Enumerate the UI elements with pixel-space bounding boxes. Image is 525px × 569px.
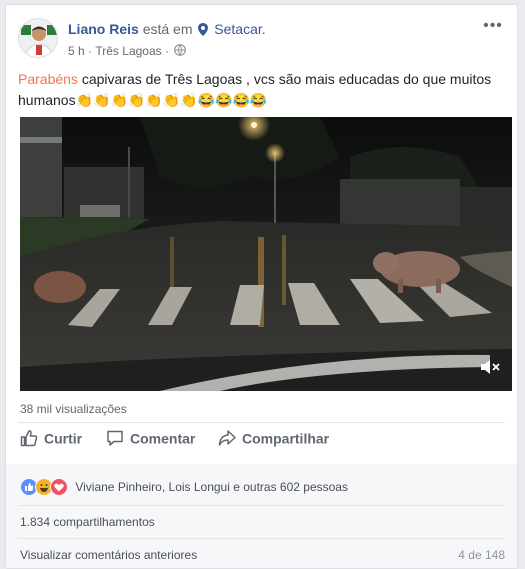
more-options-icon[interactable]: ••• xyxy=(481,18,505,37)
divider xyxy=(18,505,505,506)
emoji-text: 👏👏👏👏👏👏👏😂😂😂😂 xyxy=(75,92,268,108)
post-header: Liano Reis está em Setacar. 5 h · Três L… xyxy=(18,15,505,63)
love-icon xyxy=(50,478,68,496)
video-frame xyxy=(20,117,512,391)
like-button[interactable]: Curtir xyxy=(20,429,82,461)
checkin-text: está em xyxy=(142,21,193,37)
divider xyxy=(18,538,505,539)
share-label: Compartilhar xyxy=(242,430,330,447)
comment-label: Comentar xyxy=(130,430,196,447)
share-icon xyxy=(218,430,236,447)
thumbs-up-icon xyxy=(20,430,38,447)
avatar[interactable] xyxy=(18,18,58,58)
meta-separator: · xyxy=(164,43,169,58)
reactions-summary[interactable]: Viviane Pinheiro, Lois Longui e outras 6… xyxy=(20,478,348,496)
action-bar: Curtir Comentar Compartilhar xyxy=(18,429,505,463)
post-card: Liano Reis está em Setacar. 5 h · Três L… xyxy=(5,4,518,569)
like-label: Curtir xyxy=(44,430,83,447)
view-count: 38 mil visualizações xyxy=(20,402,127,416)
video-player[interactable] xyxy=(20,117,512,391)
globe-icon[interactable] xyxy=(174,44,187,56)
mute-icon[interactable] xyxy=(480,359,500,375)
post-time[interactable]: 5 h xyxy=(68,44,85,58)
shares-count[interactable]: 1.834 compartilhamentos xyxy=(20,515,155,529)
post-message: Parabéns capivaras de Três Lagoas , vcs … xyxy=(18,69,498,111)
comment-button[interactable]: Comentar xyxy=(106,429,195,461)
divider xyxy=(18,422,505,423)
place-link[interactable]: Setacar. xyxy=(214,21,265,37)
share-button[interactable]: Compartilhar xyxy=(218,429,329,461)
location-pin-icon xyxy=(198,23,209,36)
comments-count: 4 de 148 xyxy=(458,548,505,562)
meta-separator: · xyxy=(88,43,93,58)
post-highlight-text: Parabéns xyxy=(18,71,78,87)
post-location[interactable]: Três Lagoas xyxy=(95,44,161,58)
reactions-text: Viviane Pinheiro, Lois Longui e outras 6… xyxy=(75,480,348,494)
view-previous-comments-link[interactable]: Visualizar comentários anteriores xyxy=(20,548,197,562)
comment-icon xyxy=(107,431,123,447)
author-name[interactable]: Liano Reis xyxy=(68,21,139,37)
